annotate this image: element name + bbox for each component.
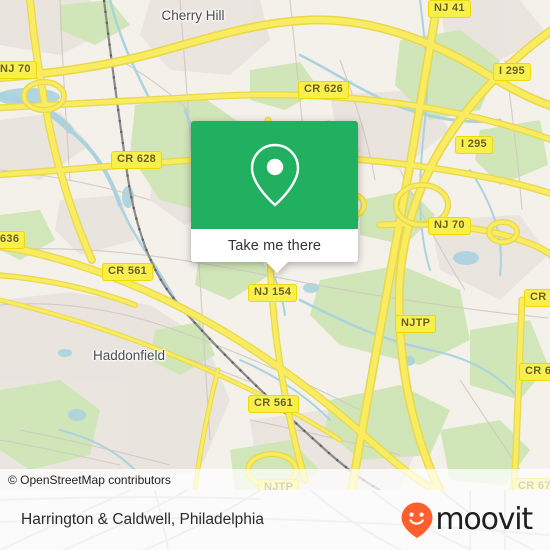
place-label-cherry-hill: Cherry Hill	[161, 8, 225, 23]
moovit-logo[interactable]: moovit	[400, 501, 550, 539]
route-shield-cr-6-right: CR 6	[524, 289, 550, 307]
moovit-pin-smiley-icon	[401, 502, 433, 538]
moovit-wordmark: moovit	[435, 502, 533, 537]
route-shield-cr-67-right: CR 67	[519, 363, 550, 381]
route-shield-cr-636: 636	[0, 231, 26, 249]
map-popup[interactable]: Take me there	[191, 121, 358, 273]
route-shield-njtp-mid: NJTP	[395, 315, 437, 333]
route-shield-nj-70-west: NJ 70	[0, 61, 37, 79]
location-title: Harrington & Caldwell, Philadelphia	[21, 511, 264, 528]
place-label-haddonfield: Haddonfield	[93, 348, 166, 363]
route-shield-nj-154: NJ 154	[248, 284, 298, 302]
popup-header	[191, 121, 358, 229]
map-canvas[interactable]: Cherry Hill Haddonfield NJ 70 CR 626 NJ 41 I…	[0, 0, 550, 490]
attribution-text[interactable]: © OpenStreetMap contributors	[0, 473, 171, 487]
route-shield-cr-626: CR 626	[298, 81, 350, 99]
route-shield-cr-628: CR 628	[111, 151, 163, 169]
route-shield-i-295-top: I 295	[493, 63, 531, 81]
route-shield-nj-70-east: NJ 70	[428, 217, 471, 235]
footer-bar: Harrington & Caldwell, Philadelphia moov…	[0, 490, 550, 550]
popup-tail	[266, 262, 288, 273]
popup-action-bar[interactable]: Take me there	[191, 229, 358, 262]
route-shield-i-295-mid: I 295	[455, 136, 493, 154]
take-me-there-label: Take me there	[227, 237, 322, 254]
route-shield-cr-561-upper: CR 561	[102, 263, 154, 281]
map-attribution: © OpenStreetMap contributors	[0, 469, 550, 490]
route-shield-cr-561-lower: CR 561	[248, 395, 300, 413]
route-shield-nj-41: NJ 41	[428, 0, 471, 18]
location-pin-icon	[250, 143, 299, 207]
